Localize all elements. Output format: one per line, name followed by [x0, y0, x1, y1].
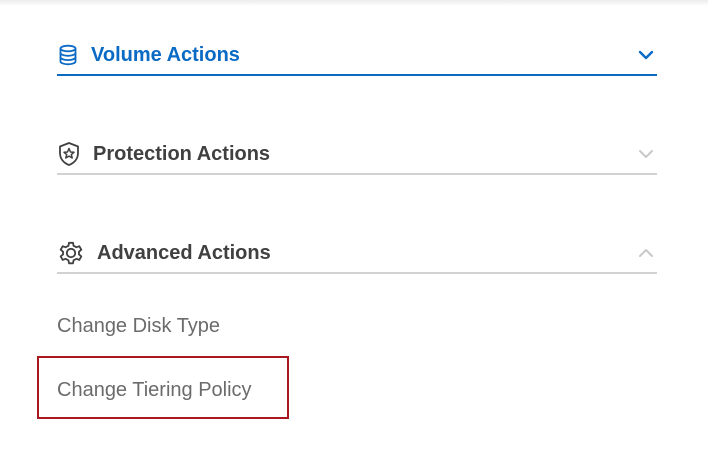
- chevron-down-icon[interactable]: [635, 44, 657, 66]
- chevron-up-icon[interactable]: [635, 242, 657, 264]
- protection-actions-header[interactable]: Protection Actions: [57, 135, 657, 175]
- change-disk-type-item[interactable]: Change Disk Type: [57, 315, 220, 338]
- volume-actions-header[interactable]: Volume Actions: [57, 36, 657, 76]
- database-icon: [57, 44, 79, 66]
- volume-actions-title: Volume Actions: [91, 43, 240, 66]
- top-shadow: [0, 0, 708, 6]
- shield-star-icon: [57, 141, 81, 167]
- chevron-down-icon[interactable]: [635, 143, 657, 165]
- advanced-actions-title: Advanced Actions: [97, 241, 271, 264]
- advanced-actions-header[interactable]: Advanced Actions: [57, 234, 657, 274]
- highlight-box: [37, 356, 289, 419]
- protection-actions-title: Protection Actions: [93, 142, 271, 165]
- gear-icon: [57, 239, 85, 267]
